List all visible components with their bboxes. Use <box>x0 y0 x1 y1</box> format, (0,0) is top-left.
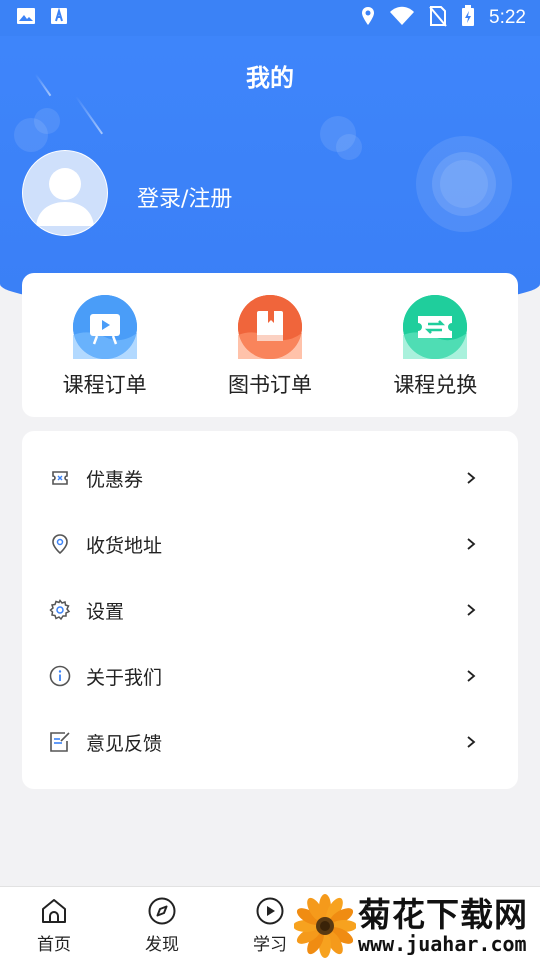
menu-item-label: 收货地址 <box>86 534 163 557</box>
course-exchange-button[interactable]: 课程兑换 <box>353 273 518 417</box>
chevron-right-icon <box>467 604 476 616</box>
battery-charging-icon <box>461 5 475 31</box>
course-order-label: 课程订单 <box>62 373 147 397</box>
coupon-icon <box>48 466 72 490</box>
gear-icon <box>48 598 72 622</box>
menu-item-label: 意见反馈 <box>86 732 163 755</box>
menu-item-about-us[interactable]: 关于我们 <box>22 643 518 709</box>
menu-item-feedback[interactable]: 意见反馈 <box>22 709 518 775</box>
chevron-right-icon <box>467 670 476 682</box>
course-exchange-label: 课程兑换 <box>393 373 478 397</box>
course-exchange-icon <box>403 295 468 359</box>
menu-item-label: 优惠券 <box>86 468 144 491</box>
status-bar: 5:22 <box>0 0 540 36</box>
image-notification-icon <box>16 7 36 29</box>
chevron-right-icon <box>467 736 476 748</box>
nav-label: 学习 <box>253 935 287 955</box>
book-order-icon <box>237 295 302 359</box>
nav-label: 发现 <box>145 935 179 955</box>
watermark: 菊花下载网 www.juahar.com <box>294 892 540 960</box>
chevron-right-icon <box>467 538 476 550</box>
compass-icon <box>148 897 176 925</box>
text-notification-icon <box>50 7 68 29</box>
profile-header: 我的 登录/注册 <box>0 0 540 310</box>
nav-label: 首页 <box>37 935 71 955</box>
menu-item-coupon[interactable]: 优惠券 <box>22 445 518 511</box>
no-sim-icon <box>429 5 447 31</box>
status-time: 5:22 <box>489 7 526 28</box>
order-shortcuts-card: 课程订单 图书订单 课程兑换 <box>22 273 518 417</box>
login-register-link[interactable]: 登录/注册 <box>137 181 232 213</box>
menu-item-label: 设置 <box>86 600 125 623</box>
menu-item-address[interactable]: 收货地址 <box>22 511 518 577</box>
menu-item-settings[interactable]: 设置 <box>22 577 518 643</box>
book-order-button[interactable]: 图书订单 <box>187 273 352 417</box>
feedback-icon <box>48 730 72 754</box>
default-avatar-icon <box>23 151 107 235</box>
page-title: 我的 <box>246 64 294 92</box>
watermark-title: 菊花下载网 <box>358 895 528 934</box>
wifi-icon <box>389 6 415 30</box>
settings-menu-card: 优惠券 收货地址 设置 关于我们 意见反馈 <box>22 431 518 789</box>
course-order-button[interactable]: 课程订单 <box>22 273 187 417</box>
nav-item-discover[interactable]: 发现 <box>108 887 216 960</box>
play-icon <box>256 897 284 925</box>
location-icon <box>48 532 72 556</box>
info-icon <box>48 664 72 688</box>
nav-item-home[interactable]: 首页 <box>0 887 108 960</box>
flower-logo-icon <box>294 894 356 958</box>
course-order-icon <box>72 295 137 359</box>
avatar[interactable] <box>22 150 108 236</box>
home-icon <box>42 899 66 923</box>
location-status-icon <box>361 6 375 30</box>
menu-item-label: 关于我们 <box>86 666 163 689</box>
watermark-url: www.juahar.com <box>358 932 527 956</box>
chevron-right-icon <box>467 472 476 484</box>
book-order-label: 图书订单 <box>227 373 312 397</box>
